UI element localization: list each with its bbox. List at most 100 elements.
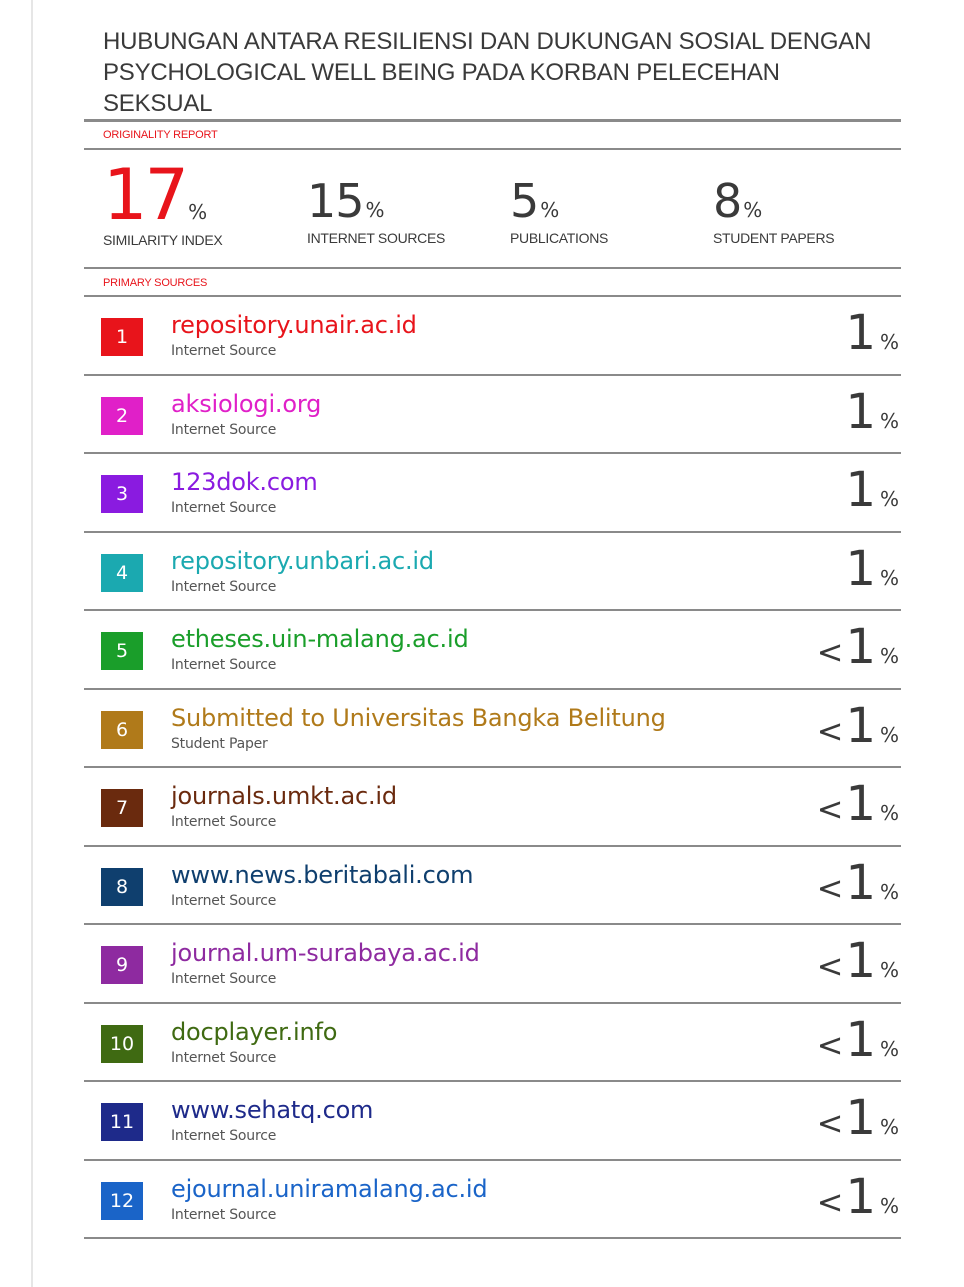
percentage-number: 1 <box>845 305 876 361</box>
percentage-number: 1 <box>845 1168 876 1225</box>
source-link[interactable]: 123dok.com <box>171 468 318 496</box>
percent-sign: % <box>879 1115 899 1139</box>
source-row: 6 Submitted to Universitas Bangka Belitun… <box>84 690 901 768</box>
source-type: Internet Source <box>171 814 277 830</box>
originality-report-label: ORIGINALITY REPORT <box>103 129 218 141</box>
rank-badge: 5 <box>101 632 143 670</box>
source-type: Student Paper <box>171 735 268 752</box>
source-link[interactable]: docplayer.info <box>171 1018 337 1046</box>
source-percentage: <1% <box>817 937 899 985</box>
source-link[interactable]: ejournal.uniramalang.ac.id <box>171 1175 488 1203</box>
source-link[interactable]: repository.unair.ac.id <box>171 311 417 339</box>
source-percentage: <1% <box>817 1173 899 1221</box>
source-row: 5 etheses.uin-malang.ac.id Internet Source… <box>84 611 901 690</box>
less-than-sign: < <box>816 1025 844 1064</box>
percentage-number: 1 <box>845 933 876 989</box>
source-type: Internet Source <box>171 1206 277 1223</box>
source-row: 4 repository.unbari.ac.id Internet Source 1… <box>84 533 901 611</box>
source-row: 12 ejournal.uniramalang.ac.id Internet Sou… <box>84 1161 901 1239</box>
source-percentage: <1% <box>817 702 899 750</box>
source-percentage: <1% <box>817 1094 899 1142</box>
internet-sources-value: 15% <box>307 178 445 224</box>
publications-stat: 5% PUBLICATIONS <box>510 178 608 246</box>
internet-sources-number: 15 <box>307 174 365 228</box>
source-link[interactable]: Submitted to Universitas Bangka Belitung <box>171 704 666 732</box>
source-percentage: <1% <box>817 623 899 671</box>
source-link[interactable]: repository.unbari.ac.id <box>171 547 434 575</box>
percentage-number: 1 <box>845 1011 876 1068</box>
percentage-number: 1 <box>845 619 876 675</box>
less-than-sign: < <box>816 790 844 828</box>
source-percentage: <1% <box>817 780 899 828</box>
publications-value: 5% <box>510 178 608 224</box>
source-row: 2 aksiologi.org Internet Source 1% <box>84 376 901 454</box>
percent-sign: % <box>365 198 385 222</box>
rank-badge: 9 <box>101 946 143 984</box>
rank-badge: 3 <box>101 475 143 513</box>
source-link[interactable]: etheses.uin-malang.ac.id <box>171 625 469 653</box>
source-type: Internet Source <box>171 892 277 909</box>
percent-sign: % <box>879 722 899 747</box>
percent-sign: % <box>188 200 208 224</box>
source-percentage: 1% <box>843 388 899 436</box>
source-row: 3 123dok.com Internet Source 1% <box>84 454 901 533</box>
source-percentage: 1% <box>843 309 899 357</box>
less-than-sign: < <box>816 633 844 671</box>
source-row: 7 journals.umkt.ac.id Internet Source <1% <box>84 768 901 847</box>
source-type: Internet Source <box>171 1128 277 1144</box>
percent-sign: % <box>879 330 899 354</box>
source-row: 9 journal.um-surabaya.ac.id Internet Sourc… <box>84 925 901 1004</box>
source-link[interactable]: journals.umkt.ac.id <box>171 782 397 810</box>
percent-sign: % <box>879 801 899 825</box>
percent-sign: % <box>879 487 899 511</box>
similarity-index-label: SIMILARITY INDEX <box>103 232 223 248</box>
source-row: 11 www.sehatq.com Internet Source <1% <box>84 1082 901 1161</box>
similarity-index-stat: 17% SIMILARITY INDEX <box>103 160 223 248</box>
source-type: Internet Source <box>171 421 277 438</box>
percentage-number: 1 <box>845 540 876 597</box>
stats-divider <box>84 267 901 269</box>
less-than-sign: < <box>816 711 844 750</box>
source-row: 10 docplayer.info Internet Source <1% <box>84 1004 901 1082</box>
percentage-number: 1 <box>845 462 876 518</box>
percentage-number: 1 <box>845 383 876 440</box>
percent-sign: % <box>879 565 899 590</box>
rank-badge: 1 <box>101 318 143 356</box>
student-papers-stat: 8% STUDENT PAPERS <box>713 178 835 246</box>
rank-badge: 11 <box>101 1103 143 1141</box>
percent-sign: % <box>879 644 899 668</box>
percentage-number: 1 <box>845 854 876 911</box>
rank-badge: 8 <box>101 867 143 906</box>
source-link[interactable]: aksiologi.org <box>171 390 321 418</box>
source-type: Internet Source <box>171 657 277 673</box>
source-row: 8 www.news.beritabali.com Internet Source <… <box>84 847 901 925</box>
source-type: Internet Source <box>171 1049 277 1066</box>
percent-sign: % <box>743 198 763 222</box>
similarity-index-value: 17% <box>103 160 222 230</box>
document-title: HUBUNGAN ANTARA RESILIENSI DAN DUKUNGAN … <box>103 28 872 117</box>
rank-badge: 7 <box>101 789 143 827</box>
source-percentage: 1% <box>843 545 899 593</box>
title-divider <box>84 119 901 122</box>
percent-sign: % <box>879 958 899 982</box>
less-than-sign: < <box>816 1104 844 1142</box>
source-type: Internet Source <box>171 500 277 516</box>
percentage-number: 1 <box>845 697 876 754</box>
source-link[interactable]: journal.um-surabaya.ac.id <box>171 939 480 967</box>
source-link[interactable]: www.sehatq.com <box>171 1096 373 1124</box>
percent-sign: % <box>879 408 899 433</box>
rank-badge: 10 <box>101 1024 143 1063</box>
source-type: Internet Source <box>171 971 277 987</box>
percent-sign: % <box>879 1036 899 1061</box>
source-percentage: <1% <box>817 1016 899 1064</box>
similarity-index-number: 17 <box>103 154 189 236</box>
publications-label: PUBLICATIONS <box>510 230 609 246</box>
percentage-number: 1 <box>845 776 876 832</box>
primary-sources-list: 1 repository.unair.ac.id Internet Source 1%… <box>84 297 901 1239</box>
less-than-sign: < <box>816 1182 844 1221</box>
student-papers-value: 8% <box>713 178 834 224</box>
source-link[interactable]: www.news.beritabali.com <box>171 861 473 889</box>
internet-sources-stat: 15% INTERNET SOURCES <box>307 178 445 246</box>
source-percentage: <1% <box>817 859 899 907</box>
percentage-number: 1 <box>845 1090 876 1146</box>
